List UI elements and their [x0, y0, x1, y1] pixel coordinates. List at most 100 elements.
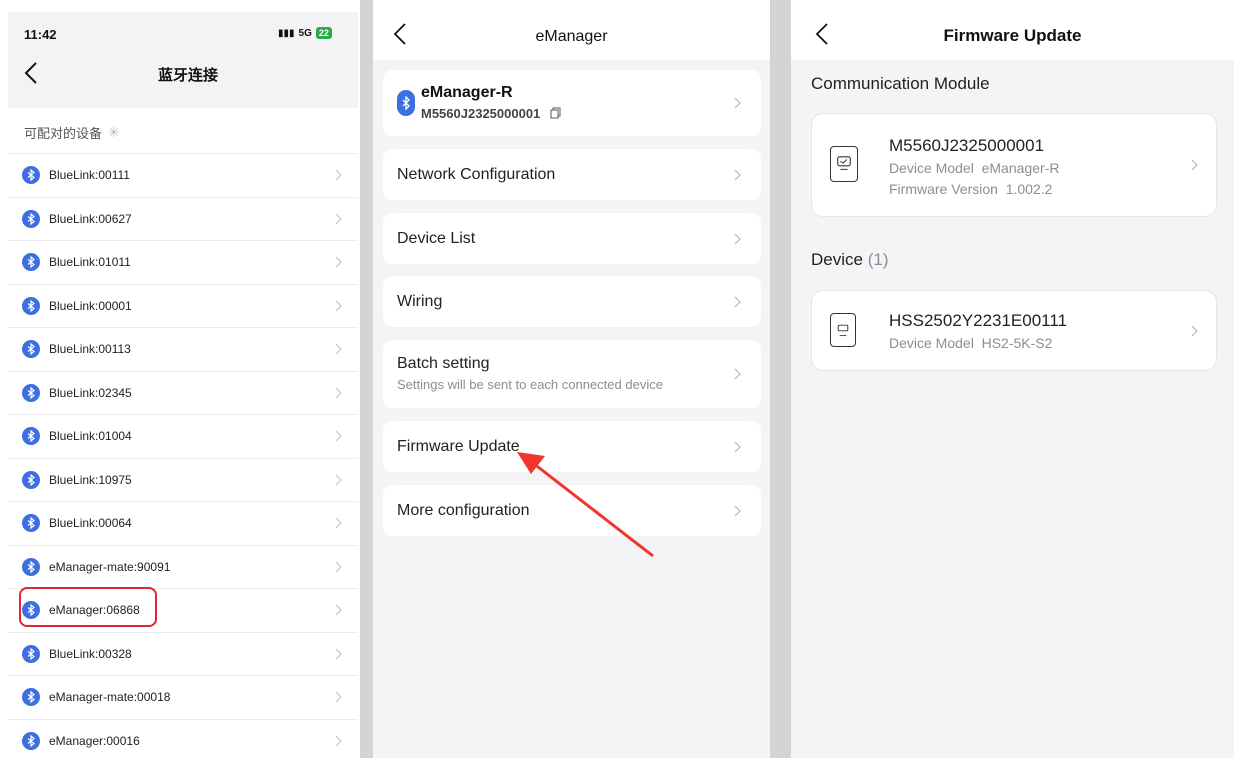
chevron-right-icon [734, 169, 741, 180]
bluetooth-icon [22, 688, 40, 707]
device-list-item[interactable]: eManager:00016 [8, 718, 358, 758]
inverter-device-icon [830, 313, 856, 347]
battery-icon: 22 [315, 27, 332, 39]
chevron-right-icon [335, 474, 342, 486]
bluetooth-icon [22, 427, 40, 446]
device-list-item[interactable]: eManager-mate:90091 [8, 544, 358, 589]
page-title: 蓝牙连接 [157, 67, 218, 84]
bluetooth-icon [22, 340, 40, 359]
device-heading-text: Device [811, 250, 863, 269]
panel-divider [360, 0, 373, 758]
device-card[interactable]: HSS2502Y2231E00111 Device Model HS2-5K-S… [811, 290, 1217, 371]
chevron-right-icon [335, 387, 342, 399]
annotation-arrow [517, 452, 654, 558]
model-label: Device Model [889, 160, 974, 176]
device-list-item[interactable]: BlueLink:01004 [8, 414, 358, 458]
chevron-right-icon [335, 256, 342, 268]
model-value: eManager-R [981, 160, 1060, 176]
device-name: BlueLink:00001 [49, 298, 132, 313]
device-list-item[interactable]: Device List [383, 213, 761, 264]
device-name: eManager:00016 [49, 733, 140, 748]
device-heading: Device (1) [811, 250, 888, 270]
network-configuration-item[interactable]: Network Configuration [383, 149, 761, 200]
network-type: 5G [298, 27, 312, 39]
menu-label: More configuration [397, 502, 530, 519]
device-name: eManager-mate:00018 [49, 690, 171, 705]
bluetooth-icon [22, 514, 40, 533]
menu-sublabel: Settings will be sent to each connected … [397, 377, 663, 392]
device-name: BlueLink:00328 [49, 646, 132, 661]
device-list-item[interactable]: BlueLink:00111 [8, 153, 358, 197]
device-serial-row: M5560J2325000001 [421, 106, 561, 121]
chevron-right-icon [734, 368, 741, 380]
menu-label: Device List [397, 230, 476, 247]
bluetooth-icon [22, 296, 40, 315]
device-name: BlueLink:01011 [49, 255, 131, 270]
chevron-right-icon [335, 648, 342, 660]
menu-label: Network Configuration [397, 166, 556, 183]
device-name: BlueLink:00627 [49, 211, 132, 226]
batch-setting-item[interactable]: Batch setting Settings will be sent to e… [383, 340, 761, 408]
device-count: (1) [867, 250, 889, 269]
copy-icon[interactable] [550, 107, 561, 119]
device-list-item[interactable]: BlueLink:10975 [8, 457, 358, 502]
device-list-item[interactable]: BlueLink:01011 [8, 240, 358, 284]
device-name: BlueLink:02345 [49, 385, 132, 400]
device-name: eManager-mate:90091 [49, 559, 171, 574]
loading-spinner-icon: ✳ [108, 124, 120, 140]
bluetooth-connection-screen: 11:42 ▮▮▮ 5G 22 蓝牙连接 可配对的设备 ✳ BlueLink:0… [0, 0, 360, 758]
chevron-right-icon [335, 169, 342, 181]
chevron-right-icon [734, 97, 741, 109]
chevron-right-icon [335, 604, 342, 616]
signal-icon: ▮▮▮ [278, 27, 295, 39]
chevron-right-icon [335, 300, 342, 312]
header-bar: eManager [373, 0, 770, 60]
device-list-item[interactable]: BlueLink:00627 [8, 196, 358, 241]
chevron-right-icon [335, 691, 342, 703]
chevron-right-icon [1191, 159, 1198, 171]
device-name: BlueLink:10975 [49, 472, 132, 487]
module-model-line: Device Model eManager-R [889, 160, 1059, 176]
chevron-right-icon [335, 213, 342, 225]
wiring-item[interactable]: Wiring [383, 276, 761, 327]
bluetooth-icon [22, 209, 40, 228]
model-value: HS2-5K-S2 [981, 335, 1053, 351]
device-list-item[interactable]: BlueLink:00064 [8, 501, 358, 545]
device-list-item[interactable]: BlueLink:02345 [8, 370, 358, 415]
page-title: eManager [535, 28, 608, 45]
device-model-line: Device Model HS2-5K-S2 [889, 335, 1052, 351]
chevron-right-icon [335, 430, 342, 442]
highlight-box [19, 587, 157, 627]
bluetooth-icon [22, 383, 40, 402]
emanager-screen: eManager eManager-R M5560J2325000001 Net… [373, 0, 770, 758]
device-name: BlueLink:01004 [49, 429, 132, 444]
module-device-icon [830, 146, 858, 182]
status-time: 11:42 [24, 27, 57, 42]
bluetooth-icon [22, 253, 40, 272]
device-list-item[interactable]: BlueLink:00328 [8, 631, 358, 676]
communication-module-card[interactable]: M5560J2325000001 Device Model eManager-R… [811, 113, 1217, 217]
menu-label: Wiring [397, 293, 443, 310]
chevron-right-icon [1191, 325, 1198, 336]
pairable-devices-label: 可配对的设备 ✳ [24, 123, 120, 142]
model-label: Device Model [889, 335, 974, 351]
device-name: BlueLink:00113 [49, 342, 131, 357]
device-list-item[interactable]: eManager-mate:00018 [8, 675, 358, 719]
device-serial: M5560J2325000001 [421, 106, 541, 121]
device-name: BlueLink:00064 [49, 516, 132, 531]
chevron-right-icon [335, 561, 342, 573]
device-list-item[interactable]: BlueLink:00001 [8, 283, 358, 328]
bluetooth-icon [22, 644, 40, 663]
chevron-right-icon [734, 505, 741, 516]
panel-divider [770, 0, 791, 758]
header-bar: Firmware Update [791, 0, 1234, 60]
device-list-item[interactable]: BlueLink:00113 [8, 327, 358, 371]
section-label-text: 可配对的设备 [24, 126, 103, 141]
device-info-card[interactable]: eManager-R M5560J2325000001 [383, 70, 761, 136]
menu-label: Firmware Update [397, 438, 520, 455]
menu-label: Batch setting [397, 355, 490, 372]
device-name: eManager-R [421, 84, 513, 101]
chevron-right-icon [335, 517, 342, 529]
device-serial: HSS2502Y2231E00111 [889, 311, 1068, 330]
module-serial: M5560J2325000001 [889, 136, 1045, 155]
